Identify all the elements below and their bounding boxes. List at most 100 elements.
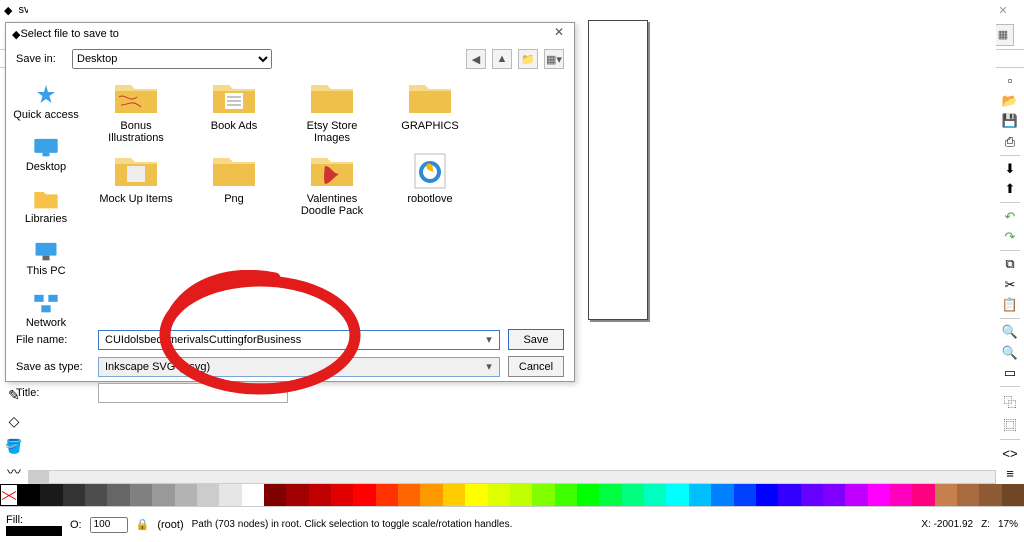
save-icon[interactable]: 💾 — [1000, 113, 1020, 129]
swatch[interactable] — [40, 484, 62, 506]
swatch[interactable] — [107, 484, 129, 506]
place-network[interactable]: Network — [6, 287, 86, 333]
zoom-page-icon[interactable]: ▭ — [1000, 365, 1020, 381]
fill-indicator[interactable]: Fill: — [6, 514, 62, 536]
path-tool-icon[interactable]: 〰 — [4, 462, 24, 482]
swatch[interactable] — [398, 484, 420, 506]
swatch[interactable] — [465, 484, 487, 506]
folder-item[interactable]: Png — [194, 152, 274, 217]
swatch[interactable] — [488, 484, 510, 506]
save-button[interactable]: Save — [508, 329, 564, 350]
swatch[interactable] — [420, 484, 442, 506]
swatch[interactable] — [152, 484, 174, 506]
scrollbar-horizontal[interactable] — [28, 470, 996, 484]
swatch[interactable] — [197, 484, 219, 506]
swatch[interactable] — [577, 484, 599, 506]
export-icon[interactable]: ⬆ — [1000, 181, 1020, 197]
swatch[interactable] — [286, 484, 308, 506]
new-folder-icon[interactable]: 📁 — [518, 49, 538, 69]
swatch[interactable] — [778, 484, 800, 506]
swatch[interactable] — [689, 484, 711, 506]
up-icon[interactable]: ▲ — [492, 49, 512, 69]
swatch[interactable] — [734, 484, 756, 506]
chevron-down-icon[interactable]: ▾ — [482, 333, 496, 347]
swatch[interactable] — [666, 484, 688, 506]
place-this-pc[interactable]: This PC — [6, 235, 86, 281]
swatch[interactable] — [85, 484, 107, 506]
cancel-button[interactable]: Cancel — [508, 356, 564, 377]
swatch[interactable] — [63, 484, 85, 506]
swatch[interactable] — [599, 484, 621, 506]
open-icon[interactable]: 📂 — [1000, 92, 1020, 108]
folder-item[interactable]: Book Ads — [194, 79, 274, 144]
swatch[interactable] — [443, 484, 465, 506]
folder-item[interactable]: Valentines Doodle Pack — [292, 152, 372, 217]
file-browser[interactable]: Bonus Illustrations Book Ads Etsy Store … — [86, 73, 574, 323]
opacity-input[interactable] — [90, 517, 128, 533]
swatch-none[interactable] — [0, 484, 18, 506]
back-icon[interactable]: ◀ — [466, 49, 486, 69]
swatch[interactable] — [510, 484, 532, 506]
place-quick-access[interactable]: Quick access — [6, 79, 86, 125]
swatch[interactable] — [264, 484, 286, 506]
paste-icon[interactable]: 📋 — [1000, 297, 1020, 313]
swatch[interactable] — [912, 484, 934, 506]
swatch[interactable] — [622, 484, 644, 506]
swatch[interactable] — [376, 484, 398, 506]
file-name-input[interactable]: CUIdolsbecomerivalsCuttingforBusiness ▾ — [98, 330, 500, 350]
zoom-draw-icon[interactable]: 🔍 — [1000, 345, 1020, 361]
swatch[interactable] — [979, 484, 1001, 506]
zoom-sel-icon[interactable]: 🔍 — [1000, 324, 1020, 340]
swatch[interactable] — [823, 484, 845, 506]
copy-icon[interactable]: ⧉ — [1000, 256, 1020, 272]
swatch[interactable] — [242, 484, 264, 506]
folder-item[interactable]: Etsy Store Images — [292, 79, 372, 144]
paintbucket-tool-icon[interactable]: 🪣 — [4, 437, 24, 456]
place-desktop[interactable]: Desktop — [6, 131, 86, 177]
swatch[interactable] — [175, 484, 197, 506]
view-menu-icon[interactable]: ▦▾ — [544, 49, 564, 69]
folder-item[interactable]: Mock Up Items — [96, 152, 176, 217]
swatch[interactable] — [711, 484, 733, 506]
swatch[interactable] — [18, 484, 40, 506]
cut-icon[interactable]: ✂ — [1000, 276, 1020, 292]
folder-item[interactable]: Bonus Illustrations — [96, 79, 176, 144]
swatch[interactable] — [756, 484, 778, 506]
swatch[interactable] — [935, 484, 957, 506]
swatch[interactable] — [532, 484, 554, 506]
swatch[interactable] — [890, 484, 912, 506]
clone-icon[interactable]: ⿴ — [1000, 415, 1020, 434]
print-icon[interactable]: ⎙ — [1000, 133, 1020, 149]
file-item[interactable]: robotlove — [390, 152, 470, 217]
swatch[interactable] — [957, 484, 979, 506]
zoom-label: Z: — [981, 519, 990, 530]
swatch[interactable] — [555, 484, 577, 506]
layer-indicator[interactable]: (root) — [157, 519, 183, 531]
swatch[interactable] — [331, 484, 353, 506]
swatch[interactable] — [353, 484, 375, 506]
scrollbar-thumb[interactable] — [29, 471, 49, 483]
place-libraries[interactable]: Libraries — [6, 183, 86, 229]
swatch[interactable] — [868, 484, 890, 506]
redo-icon[interactable]: ↷ — [1000, 229, 1020, 245]
swatch[interactable] — [1002, 484, 1024, 506]
new-doc-icon[interactable]: ▫ — [1000, 72, 1020, 88]
undo-icon[interactable]: ↶ — [1000, 208, 1020, 224]
swatch[interactable] — [219, 484, 241, 506]
duplicate-icon[interactable]: ⿻ — [1000, 392, 1020, 411]
swatch[interactable] — [845, 484, 867, 506]
import-icon[interactable]: ⬇ — [1000, 161, 1020, 177]
xml-icon[interactable]: <> — [1000, 445, 1020, 461]
align-icon[interactable]: ≡ — [1000, 466, 1020, 482]
swatch[interactable] — [309, 484, 331, 506]
swatch[interactable] — [130, 484, 152, 506]
title-input[interactable] — [98, 383, 288, 403]
chevron-down-icon[interactable]: ▾ — [482, 360, 496, 374]
save-type-select[interactable]: Inkscape SVG (*.svg) ▾ — [98, 357, 500, 377]
dialog-close-button[interactable]: ✕ — [550, 25, 568, 43]
save-in-select[interactable]: Desktop — [72, 49, 272, 69]
folder-item[interactable]: GRAPHICS — [390, 79, 470, 144]
swatch[interactable] — [644, 484, 666, 506]
swatch[interactable] — [801, 484, 823, 506]
zoom-value[interactable]: 17% — [998, 519, 1018, 530]
